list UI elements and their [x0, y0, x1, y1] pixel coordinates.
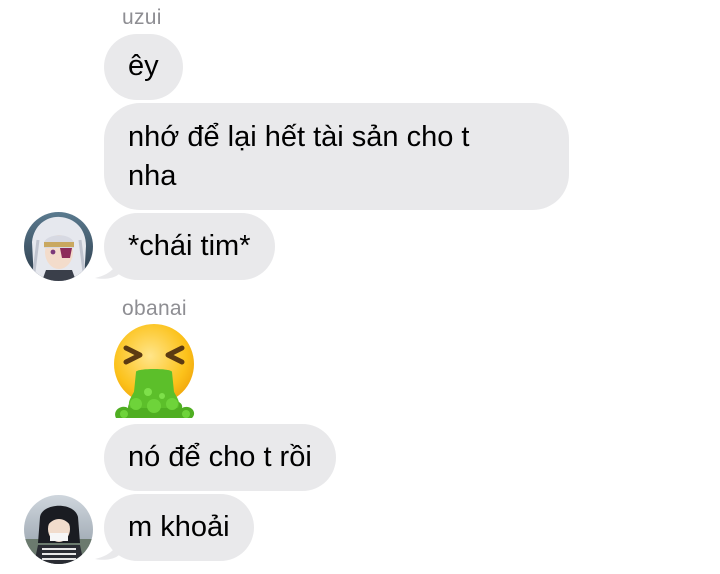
sender-name-obanai: obanai: [122, 297, 187, 320]
message-bubble[interactable]: *chái tim*: [104, 213, 275, 280]
bubble-tail-icon: [95, 535, 119, 560]
message-bubble[interactable]: nó để cho t rồi: [104, 424, 336, 491]
face-vomiting-emoji[interactable]: [106, 322, 202, 422]
message-bubble[interactable]: nhớ để lại hết tài sản cho t nha: [104, 103, 569, 210]
message-text: m khoải: [128, 511, 230, 543]
avatar-uzui-image: [24, 212, 93, 281]
message-text-line: nha: [128, 160, 177, 192]
message-text: *chái tim*: [128, 230, 251, 262]
avatar-obanai-image: [24, 495, 93, 564]
message-bubble[interactable]: m khoải: [104, 494, 254, 561]
message-text-line: nhớ để lại hết tài sản cho t: [128, 121, 470, 153]
message-bubble[interactable]: êy: [104, 34, 183, 100]
sender-name-uzui: uzui: [122, 6, 162, 29]
bubble-tail-icon: [95, 254, 119, 279]
message-text: êy: [128, 50, 159, 82]
avatar-obanai[interactable]: [24, 495, 93, 564]
avatar-uzui[interactable]: [24, 212, 93, 281]
face-vomiting-icon: [114, 324, 195, 418]
message-text: nó để cho t rồi: [128, 441, 312, 473]
